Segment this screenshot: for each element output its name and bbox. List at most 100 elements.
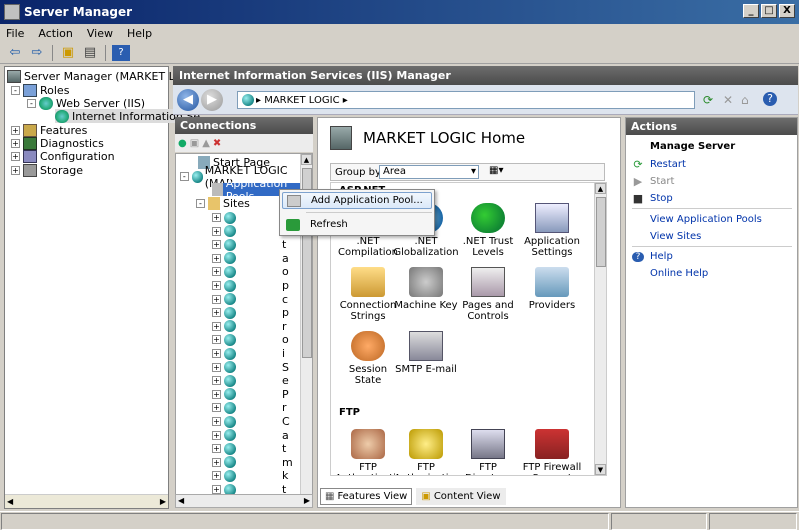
back-icon[interactable]: ⇦ xyxy=(6,45,24,61)
back-button[interactable]: ◀ xyxy=(177,89,199,111)
expand-icon[interactable]: + xyxy=(212,294,221,304)
refresh-icon[interactable]: ⟳ xyxy=(703,93,713,107)
up-folder-icon[interactable]: ▣ xyxy=(59,45,77,61)
site-item[interactable]: + S xyxy=(212,361,289,374)
feature-ftp-firewall-support[interactable]: FTP Firewall Support xyxy=(519,429,585,475)
feature-ftp-authentication[interactable]: FTP Authentication xyxy=(335,429,408,475)
scroll-right-icon[interactable]: ▶ xyxy=(160,497,166,506)
expand-icon[interactable]: + xyxy=(212,403,221,413)
expand-icon[interactable]: + xyxy=(212,376,221,386)
site-item[interactable]: + k xyxy=(212,469,288,482)
feature-smtp-email[interactable]: SMTP E-mail xyxy=(393,331,459,375)
show-hide-tree-icon[interactable]: ▤ xyxy=(81,45,99,61)
expand-icon[interactable]: + xyxy=(212,417,221,426)
site-item[interactable]: + t xyxy=(212,238,286,251)
site-item[interactable]: + o xyxy=(212,333,289,346)
tab-features-view[interactable]: ▦ Features View xyxy=(320,488,413,505)
expand-icon[interactable]: + xyxy=(212,226,221,236)
expand-icon[interactable]: + xyxy=(11,138,20,148)
menu-view[interactable]: View xyxy=(87,27,113,40)
expand-icon[interactable]: + xyxy=(212,485,221,494)
collapse-icon[interactable]: - xyxy=(27,98,36,108)
scroll-down-icon[interactable]: ▼ xyxy=(595,464,606,475)
menu-action[interactable]: Action xyxy=(38,27,72,40)
expand-icon[interactable]: + xyxy=(212,253,221,263)
help-icon[interactable]: ? xyxy=(763,92,777,106)
expand-icon[interactable]: + xyxy=(212,430,221,440)
feature-providers[interactable]: Providers xyxy=(519,267,585,311)
site-item[interactable]: + m xyxy=(212,456,293,469)
scroll-up-icon[interactable]: ▲ xyxy=(301,154,312,165)
site-item[interactable]: +d xyxy=(212,225,289,238)
site-item[interactable]: + P xyxy=(212,388,289,401)
site-item[interactable]: + i xyxy=(212,347,285,360)
forward-button[interactable]: ▶ xyxy=(201,89,223,111)
close-button[interactable]: X xyxy=(779,4,795,18)
menu-item-refresh[interactable]: Refresh xyxy=(282,216,432,233)
feature-pages-and-controls[interactable]: Pages and Controls xyxy=(455,267,521,322)
site-item[interactable]: + r xyxy=(212,320,287,333)
tree-item-roles[interactable]: - Roles xyxy=(11,83,69,97)
scroll-up-icon[interactable]: ▲ xyxy=(595,183,606,194)
maximize-button[interactable]: □ xyxy=(761,4,777,18)
home-icon[interactable]: ⌂ xyxy=(741,93,749,107)
feature-machine-key[interactable]: Machine Key xyxy=(393,267,459,311)
scroll-right-icon[interactable]: ▶ xyxy=(304,496,310,506)
minimize-button[interactable]: _ xyxy=(743,4,759,18)
action-stop[interactable]: ■ Stop xyxy=(632,192,673,205)
feature-net-trust-levels[interactable]: .NET Trust Levels xyxy=(455,203,521,258)
address-bar[interactable]: ▸ MARKET LOGIC ▸ xyxy=(237,91,695,109)
feature-application-settings[interactable]: Application Settings xyxy=(519,203,585,258)
feature-ftp-directory-browsing[interactable]: FTP Directory Browsing xyxy=(455,429,521,475)
action-view-sites[interactable]: View Sites xyxy=(650,231,701,242)
site-item[interactable]: + t xyxy=(212,442,286,455)
tree-item-sites[interactable]: - Sites xyxy=(196,197,250,210)
expand-icon[interactable]: + xyxy=(212,240,221,250)
site-item[interactable]: +a xyxy=(212,429,289,442)
site-item[interactable]: + o xyxy=(212,265,289,278)
help-icon[interactable]: ? xyxy=(112,44,130,61)
site-item[interactable]: + C xyxy=(212,415,290,428)
expand-icon[interactable]: + xyxy=(11,151,20,161)
stop-icon[interactable]: ✕ xyxy=(723,93,733,107)
action-help[interactable]: ? Help xyxy=(632,251,673,262)
feature-session-state[interactable]: Session State xyxy=(335,331,401,386)
expand-icon[interactable]: + xyxy=(212,267,221,277)
action-view-application-pools[interactable]: View Application Pools xyxy=(650,214,762,225)
expand-icon[interactable]: + xyxy=(212,335,221,345)
collapse-icon[interactable]: - xyxy=(180,172,189,181)
expand-icon[interactable]: + xyxy=(212,349,221,358)
expand-icon[interactable]: + xyxy=(212,389,221,399)
connect-icon[interactable]: ● xyxy=(178,138,187,149)
site-item[interactable]: + p xyxy=(212,279,289,292)
forward-icon[interactable]: ⇨ xyxy=(28,45,46,61)
action-start[interactable]: ▶ Start xyxy=(632,175,675,188)
expand-icon[interactable]: + xyxy=(212,281,221,290)
menu-help[interactable]: Help xyxy=(127,27,152,40)
expand-icon[interactable]: + xyxy=(212,457,221,467)
site-item[interactable]: + p xyxy=(212,306,289,319)
feature-ftp-authorization[interactable]: FTP Authorizati... xyxy=(393,429,459,475)
expand-icon[interactable]: + xyxy=(212,321,221,331)
tree-item-configuration[interactable]: + Configuration xyxy=(11,149,115,163)
group-by-select[interactable]: Area ▾ xyxy=(379,165,479,179)
collapse-icon[interactable]: - xyxy=(196,199,205,208)
delete-connection-icon[interactable]: ✖ xyxy=(213,138,221,149)
save-icon[interactable]: ▣ xyxy=(190,138,199,149)
tree-item-storage[interactable]: + Storage xyxy=(11,163,83,177)
expand-icon[interactable]: + xyxy=(212,308,221,318)
expand-icon[interactable]: + xyxy=(212,471,221,481)
expand-icon[interactable]: + xyxy=(212,213,221,222)
expand-icon[interactable]: + xyxy=(11,165,20,175)
connections-horizontal-scrollbar[interactable]: ◀ ▶ xyxy=(175,494,313,508)
action-online-help[interactable]: Online Help xyxy=(650,268,708,279)
collapse-icon[interactable]: - xyxy=(11,85,20,95)
expand-icon[interactable]: + xyxy=(11,125,20,135)
site-item[interactable]: + e xyxy=(212,374,289,387)
expand-icon[interactable]: + xyxy=(212,362,221,372)
tab-content-view[interactable]: ▣ Content View xyxy=(416,488,506,505)
features-vertical-scrollbar[interactable]: ▲ ▼ xyxy=(594,183,606,475)
action-restart[interactable]: ⟳ Restart xyxy=(632,158,686,171)
site-item[interactable]: +a xyxy=(212,211,289,224)
expand-icon[interactable]: + xyxy=(212,444,221,454)
